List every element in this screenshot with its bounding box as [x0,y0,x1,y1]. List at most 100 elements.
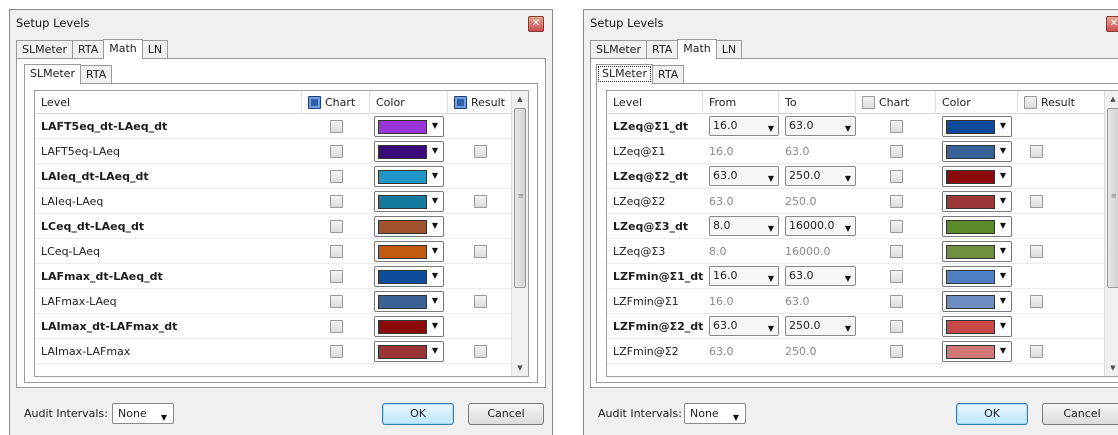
tab-slmeter[interactable]: SLMeter [590,40,647,59]
color-picker[interactable]: ▼ [942,165,1012,187]
result-checkbox[interactable] [1030,344,1043,358]
table-row[interactable]: LZFmin@Σ1 16.0 63.0 ▼ [607,289,1106,314]
ok-button[interactable]: OK [956,403,1028,425]
table-row[interactable]: LAFT5eq-LAeq ▼ [35,139,513,164]
column-header-chart[interactable]: Chart [302,91,370,114]
chart-all-checkbox[interactable] [862,96,875,109]
color-picker[interactable]: ▼ [942,290,1012,312]
tab-math[interactable]: Math [677,39,717,59]
chart-checkbox[interactable] [889,119,903,133]
chart-checkbox[interactable] [329,119,343,133]
result-checkbox[interactable] [474,344,487,358]
color-picker[interactable]: ▼ [374,265,444,287]
column-header-level[interactable]: Level [35,91,302,114]
table-row[interactable]: LZeq@Σ1_dt 16.0 ▼ 63.0 ▼ ▼ [607,114,1106,139]
close-icon[interactable]: ✕ [1106,16,1118,32]
color-picker[interactable]: ▼ [942,315,1012,337]
column-header-color[interactable]: Color [936,91,1018,114]
result-checkbox[interactable] [474,144,487,158]
chart-checkbox[interactable] [889,194,903,208]
color-picker[interactable]: ▼ [374,115,444,137]
tab-slmeter[interactable]: SLMeter [16,40,73,59]
table-row[interactable]: LCeq_dt-LAeq_dt ▼ [35,214,513,239]
color-picker[interactable]: ▼ [942,215,1012,237]
column-header-chart[interactable]: Chart [856,91,936,114]
inner-tab-slmeter[interactable]: SLMeter [596,64,653,84]
table-row[interactable]: LZFmin@Σ1_dt 16.0 ▼ 63.0 ▼ ▼ [607,264,1106,289]
color-picker[interactable]: ▼ [374,165,444,187]
column-header-result[interactable]: Result [448,91,513,114]
chart-checkbox[interactable] [329,144,343,158]
chart-checkbox[interactable] [889,319,903,333]
result-all-checkbox[interactable] [454,96,467,109]
table-row[interactable]: LZeq@Σ3 8.0 16000.0 ▼ [607,239,1106,264]
range-select[interactable]: 16.0 ▼ [709,116,779,136]
inner-tab-rta[interactable]: RTA [79,65,113,84]
result-checkbox[interactable] [1030,294,1043,308]
scroll-down-icon[interactable]: ▼ [1105,360,1118,376]
color-picker[interactable]: ▼ [942,240,1012,262]
result-checkbox[interactable] [1030,244,1043,258]
table-row[interactable]: LZeq@Σ2_dt 63.0 ▼ 250.0 ▼ ▼ [607,164,1106,189]
range-select[interactable]: 250.0 ▼ [785,316,856,336]
table-row[interactable]: LZFmin@Σ2_dt 63.0 ▼ 250.0 ▼ ▼ [607,314,1106,339]
chart-checkbox[interactable] [329,244,343,258]
scroll-thumb[interactable]: ≡ [514,108,526,288]
color-picker[interactable]: ▼ [942,265,1012,287]
color-picker[interactable]: ▼ [942,140,1012,162]
cancel-button[interactable]: Cancel [1042,403,1118,425]
scroll-up-icon[interactable]: ▲ [512,91,528,107]
ok-button[interactable]: OK [382,403,454,425]
chart-checkbox[interactable] [889,344,903,358]
range-select[interactable]: 250.0 ▼ [785,166,856,186]
tab-rta[interactable]: RTA [71,40,105,59]
color-picker[interactable]: ▼ [942,115,1012,137]
result-checkbox[interactable] [474,244,487,258]
titlebar[interactable]: Setup Levels ✕ [10,10,552,36]
range-select[interactable]: 16.0 ▼ [709,266,779,286]
result-checkbox[interactable] [1030,194,1043,208]
result-checkbox[interactable] [1030,144,1043,158]
vertical-scrollbar[interactable]: ▲ ≡ ▼ [511,91,528,376]
chart-checkbox[interactable] [889,269,903,283]
table-row[interactable]: LZeq@Σ1 16.0 63.0 ▼ [607,139,1106,164]
column-header-to[interactable]: To [779,91,856,114]
range-select[interactable]: 63.0 ▼ [709,316,779,336]
chart-all-checkbox[interactable] [308,96,321,109]
cancel-button[interactable]: Cancel [468,403,544,425]
color-picker[interactable]: ▼ [374,290,444,312]
chart-checkbox[interactable] [889,294,903,308]
audit-intervals-select[interactable]: None ▼ [112,403,174,424]
audit-intervals-select[interactable]: None ▼ [684,403,746,424]
scroll-thumb[interactable]: ≡ [1107,108,1118,288]
column-header-from[interactable]: From [703,91,779,114]
result-all-checkbox[interactable] [1024,96,1037,109]
result-checkbox[interactable] [474,194,487,208]
scroll-up-icon[interactable]: ▲ [1105,91,1118,107]
tab-math[interactable]: Math [103,39,143,59]
table-row[interactable]: LAImax-LAFmax ▼ [35,339,513,364]
chart-checkbox[interactable] [329,294,343,308]
vertical-scrollbar[interactable]: ▲ ≡ ▼ [1104,91,1118,376]
color-picker[interactable]: ▼ [374,215,444,237]
color-picker[interactable]: ▼ [374,140,444,162]
range-select[interactable]: 16000.0 ▼ [785,216,856,236]
close-icon[interactable]: ✕ [528,16,544,32]
range-select[interactable]: 63.0 ▼ [785,116,856,136]
color-picker[interactable]: ▼ [374,190,444,212]
chart-checkbox[interactable] [329,194,343,208]
tab-ln[interactable]: LN [715,40,743,59]
color-picker[interactable]: ▼ [942,190,1012,212]
titlebar[interactable]: Setup Levels ✕ [584,10,1118,36]
range-select[interactable]: 63.0 ▼ [709,166,779,186]
chart-checkbox[interactable] [329,319,343,333]
chart-checkbox[interactable] [329,344,343,358]
table-row[interactable]: LZFmin@Σ2 63.0 250.0 ▼ [607,339,1106,364]
inner-tab-slmeter[interactable]: SLMeter [24,64,81,84]
chart-checkbox[interactable] [889,219,903,233]
chart-checkbox[interactable] [889,169,903,183]
table-row[interactable]: LZeq@Σ3_dt 8.0 ▼ 16000.0 ▼ ▼ [607,214,1106,239]
range-select[interactable]: 63.0 ▼ [785,266,856,286]
chart-checkbox[interactable] [329,219,343,233]
tab-ln[interactable]: LN [141,40,169,59]
